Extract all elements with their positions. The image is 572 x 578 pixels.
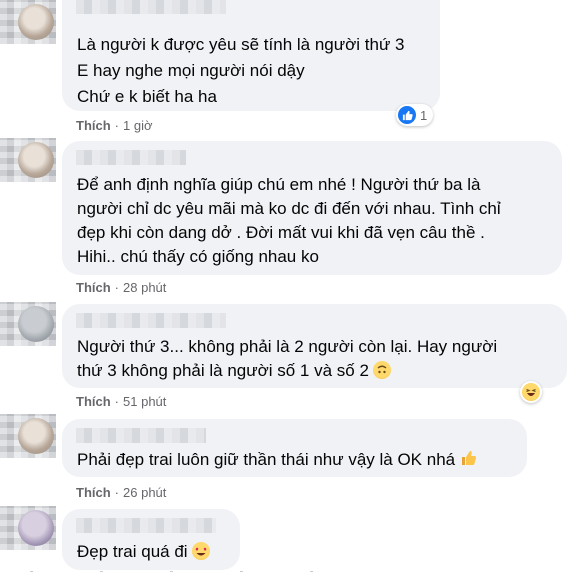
commenter-name[interactable] [76, 150, 186, 165]
comment-text-line: Chứ e k biết ha ha [77, 87, 217, 106]
like-link[interactable]: Thích [76, 485, 111, 500]
commenter-name[interactable] [76, 428, 206, 443]
reaction-count[interactable] [520, 381, 542, 403]
comment-bubble: Phải đẹp trai luôn giữ thần thái như vậy… [62, 419, 527, 477]
comment-text-line: Người thứ 3... không phải là 2 người còn… [77, 337, 498, 356]
avatar[interactable] [0, 414, 56, 458]
comment-text: Đẹp trai quá đi [77, 542, 188, 561]
thumbs-up-icon [460, 449, 478, 474]
comment-actions: Thích · 26 phút [76, 485, 167, 500]
timestamp[interactable]: 51 phút [123, 394, 166, 409]
comment-actions: Thích · 51 phút [76, 394, 167, 409]
reaction-count-label: 1 [420, 107, 428, 123]
comment-bubble: Người thứ 3... không phải là 2 người còn… [62, 304, 567, 388]
comment-text: thứ 3 không phải là người số 1 và số 2 [77, 361, 369, 380]
comment-text-line: Phải đẹp trai luôn giữ thần thái như vậy… [77, 448, 478, 474]
like-link[interactable]: Thích [76, 394, 111, 409]
commenter-name[interactable] [76, 0, 226, 14]
comment-actions: Thích · 28 phút [76, 280, 167, 295]
haha-icon [522, 383, 540, 401]
divider [30, 571, 380, 572]
avatar[interactable] [0, 302, 56, 346]
comment-text-line: E hay nghe mọi người nói dậy [77, 61, 305, 80]
timestamp[interactable]: 26 phút [123, 485, 166, 500]
comment-text-line: người chỉ dc yêu mãi mà ko dc đi đến với… [77, 199, 501, 218]
comment-bubble: Đẹp trai quá đi [62, 509, 240, 570]
heart-eyes-icon [191, 542, 210, 560]
comment-text: Phải đẹp trai luôn giữ thần thái như vậy… [77, 450, 456, 469]
comment-text-line: thứ 3 không phải là người số 1 và số 2 [77, 359, 391, 383]
avatar[interactable] [0, 138, 56, 182]
timestamp[interactable]: 28 phút [123, 280, 166, 295]
like-link[interactable]: Thích [76, 280, 111, 295]
avatar[interactable] [0, 0, 56, 44]
commenter-name[interactable] [76, 518, 216, 533]
comment-bubble: Để anh định nghĩa giúp chú em nhé ! Ngườ… [62, 141, 562, 275]
comment-text-line: Hihi.. chú thấy có giống nhau ko [77, 247, 319, 266]
comment-text-line: Đẹp trai quá đi [77, 540, 210, 564]
thumbs-up-icon [398, 106, 416, 124]
timestamp[interactable]: 1 giờ [123, 118, 153, 133]
comment-actions: Thích · 1 giờ [76, 118, 153, 133]
comment-text-line: Là người k được yêu sẽ tính là người thứ… [77, 35, 405, 54]
reaction-count[interactable]: 1 [396, 104, 434, 126]
commenter-name[interactable] [76, 313, 226, 328]
avatar[interactable] [0, 506, 56, 550]
comment-bubble: Là người k được yêu sẽ tính là người thứ… [62, 0, 440, 111]
upside-down-face-icon [372, 361, 391, 379]
comment-text-line: Để anh định nghĩa giúp chú em nhé ! Ngườ… [77, 175, 481, 194]
comment-text-line: đẹp khi còn dang dở . Đời mất vui khi đã… [77, 223, 485, 242]
like-link[interactable]: Thích [76, 118, 111, 133]
